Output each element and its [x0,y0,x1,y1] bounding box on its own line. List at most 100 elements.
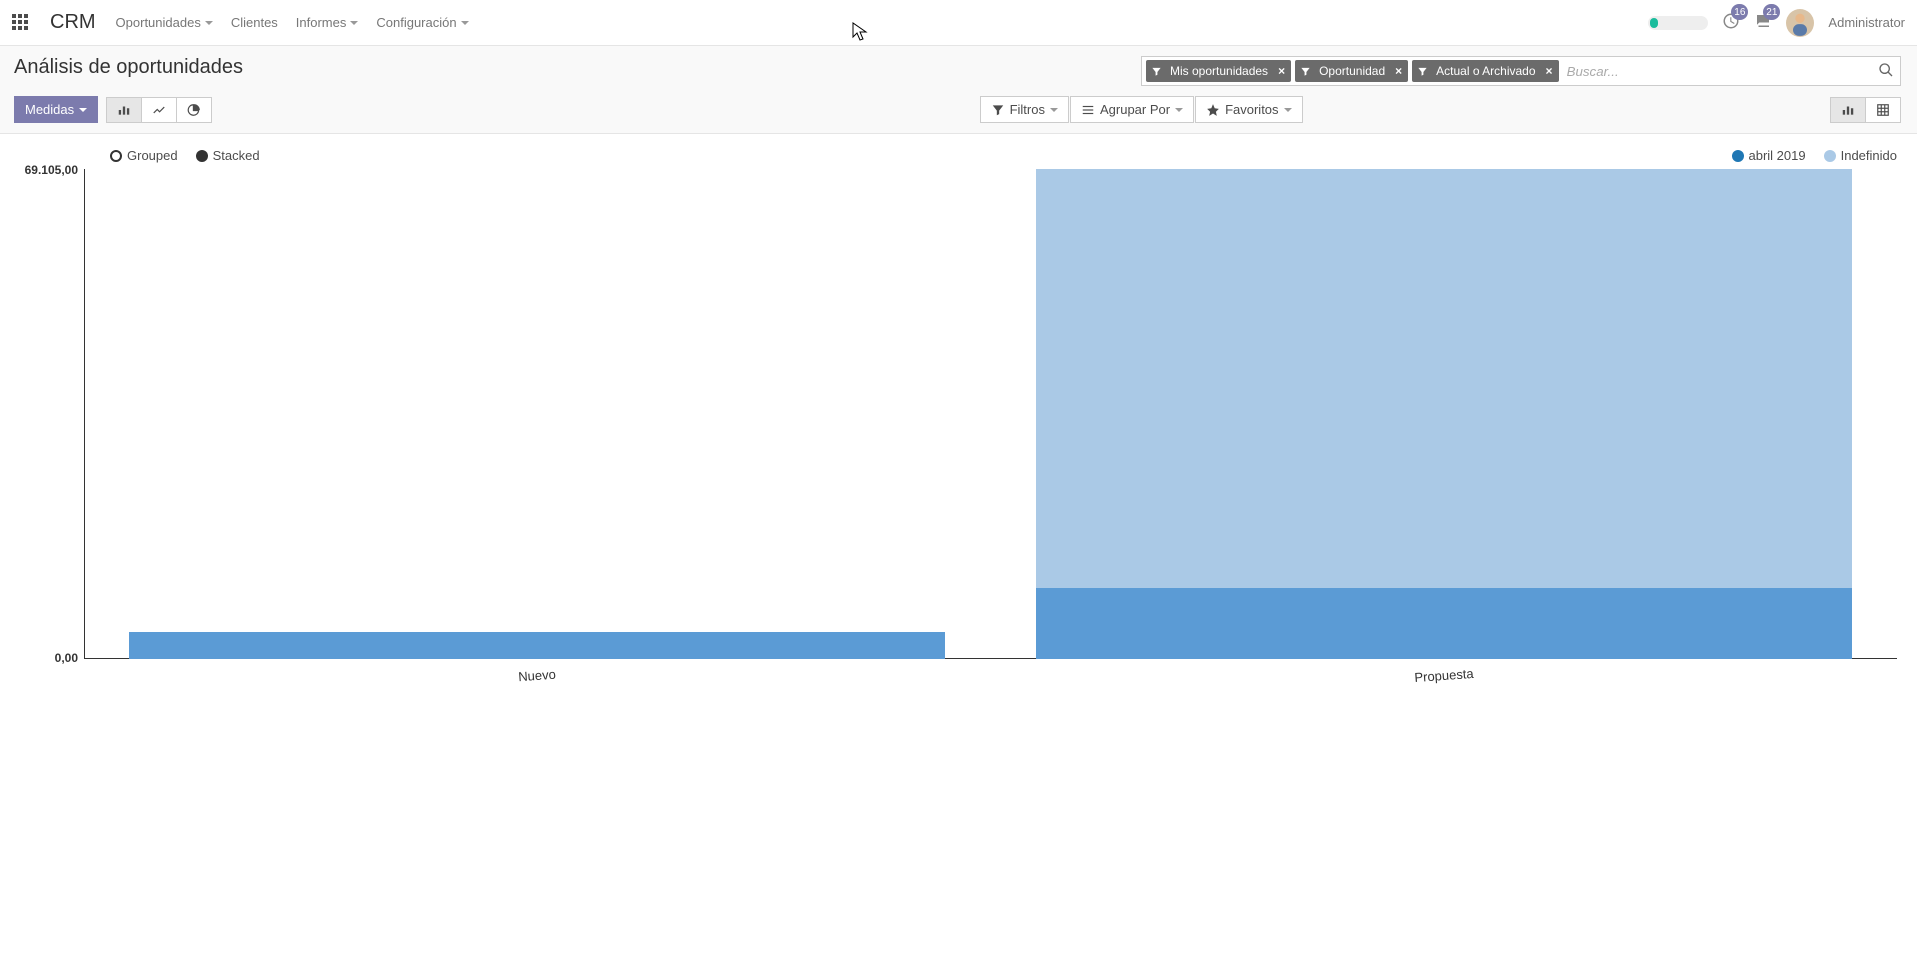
search-bar[interactable]: Mis oportunidades × Oportunidad × Actual… [1141,56,1901,86]
legend-mode: Grouped Stacked [110,148,260,163]
pivot-view-button[interactable] [1865,97,1901,123]
activities-badge: 16 [1731,4,1748,20]
y-tick-min: 0,00 [55,651,78,665]
bar-stack[interactable] [129,169,945,659]
facet-label: Oportunidad [1315,64,1389,78]
nav-clientes-label: Clientes [231,15,278,30]
nav-configuracion-label: Configuración [376,15,456,30]
view-switcher [1831,97,1901,123]
category-propuesta: Propuesta [991,169,1898,659]
legend-abril-label: abril 2019 [1749,148,1806,163]
facet-mis-oportunidades: Mis oportunidades × [1146,60,1291,82]
circle-filled-icon [196,150,208,162]
category-label: Nuevo [518,667,557,685]
person-icon [1786,9,1814,37]
table-icon [1876,103,1890,117]
nav-informes[interactable]: Informes [296,15,359,30]
apps-icon[interactable] [12,14,30,32]
messages-button[interactable]: 21 [1754,12,1772,33]
facet-label: Actual o Archivado [1432,64,1539,78]
bar-segment[interactable] [1036,169,1852,588]
bar-stack[interactable] [1036,169,1852,659]
legend-stacked[interactable]: Stacked [196,148,260,163]
y-tick-max: 69.105,00 [25,163,78,177]
cp-bottom: Medidas Filtros [0,90,1917,133]
star-icon [1206,103,1220,117]
cp-top: Análisis de oportunidades Mis oportunida… [0,46,1917,90]
chevron-down-icon [79,108,87,112]
filters-button[interactable]: Filtros [980,96,1069,123]
search-button[interactable] [1878,62,1894,81]
graph-view-button[interactable] [1830,97,1866,123]
filters-label: Filtros [1010,102,1045,117]
line-chart-icon [152,103,166,117]
activities-button[interactable]: 16 [1722,12,1740,33]
facet-label: Mis oportunidades [1166,64,1272,78]
filter-icon [991,103,1005,117]
bar-chart-icon [117,103,131,117]
facet-remove[interactable]: × [1272,64,1291,78]
category-label: Propuesta [1414,666,1474,685]
control-panel: Análisis de oportunidades Mis oportunida… [0,46,1917,134]
circle-outline-icon [110,150,122,162]
nav-menu: Oportunidades Clientes Informes Configur… [116,15,469,30]
legend-series: abril 2019 Indefinido [1732,148,1898,163]
pie-chart-button[interactable] [176,97,212,123]
series-color-icon [1824,150,1836,162]
favorites-label: Favoritos [1225,102,1278,117]
y-axis: 69.105,00 0,00 [20,169,84,659]
navbar: CRM Oportunidades Clientes Informes Conf… [0,0,1917,46]
search-options: Filtros Agrupar Por Favoritos [981,96,1303,123]
pie-chart-icon [187,103,201,117]
measures-label: Medidas [25,102,74,117]
bar-segment[interactable] [129,632,945,659]
nav-informes-label: Informes [296,15,347,30]
legend-indefinido-label: Indefinido [1841,148,1897,163]
bar-spacer [129,169,945,632]
filter-icon [1412,60,1432,82]
plot-area: NuevoPropuesta [84,169,1897,659]
list-icon [1081,103,1095,117]
messages-badge: 21 [1763,4,1780,20]
chevron-down-icon [1175,108,1183,112]
measures-button[interactable]: Medidas [14,96,98,123]
chart-type-group [106,97,212,123]
category-nuevo: Nuevo [84,169,991,659]
legend-abril-2019[interactable]: abril 2019 [1732,148,1806,163]
facet-oportunidad: Oportunidad × [1295,60,1408,82]
chart-canvas: 69.105,00 0,00 NuevoPropuesta [84,169,1897,689]
chart-area: Grouped Stacked abril 2019 Indefinido 69… [0,134,1917,709]
bar-chart-icon [1841,103,1855,117]
bar-chart-button[interactable] [106,97,142,123]
chevron-down-icon [1284,108,1292,112]
legend-indefinido[interactable]: Indefinido [1824,148,1897,163]
nav-oportunidades[interactable]: Oportunidades [116,15,213,30]
facet-actual-archivado: Actual o Archivado × [1412,60,1558,82]
search-input[interactable] [1561,60,1878,83]
search-icon [1878,62,1894,78]
facet-remove[interactable]: × [1540,64,1559,78]
navbar-right: 16 21 Administrator [1648,9,1905,37]
app-brand[interactable]: CRM [50,11,96,34]
user-menu[interactable]: Administrator [1828,15,1905,30]
progress-indicator[interactable] [1648,16,1708,30]
chevron-down-icon [350,21,358,25]
groupby-label: Agrupar Por [1100,102,1170,117]
legend-grouped[interactable]: Grouped [110,148,178,163]
avatar[interactable] [1786,9,1814,37]
facet-remove[interactable]: × [1389,64,1408,78]
line-chart-button[interactable] [141,97,177,123]
chevron-down-icon [1050,108,1058,112]
bar-segment[interactable] [1036,588,1852,659]
nav-oportunidades-label: Oportunidades [116,15,201,30]
chevron-down-icon [461,21,469,25]
legend-stacked-label: Stacked [213,148,260,163]
nav-configuracion[interactable]: Configuración [376,15,468,30]
nav-clientes[interactable]: Clientes [231,15,278,30]
groupby-button[interactable]: Agrupar Por [1070,96,1194,123]
filter-icon [1146,60,1166,82]
favorites-button[interactable]: Favoritos [1195,96,1302,123]
page-title: Análisis de oportunidades [14,56,243,79]
legend-grouped-label: Grouped [127,148,178,163]
chart-legend: Grouped Stacked abril 2019 Indefinido [20,144,1897,169]
